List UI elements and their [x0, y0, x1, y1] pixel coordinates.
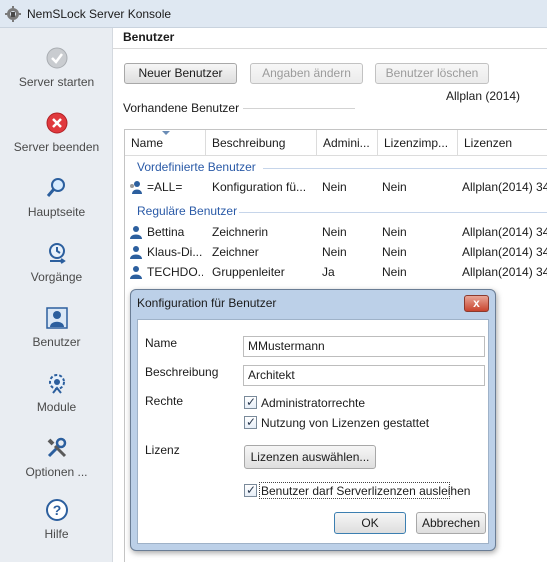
process-icon	[49, 243, 66, 264]
sidebar-item-label: Hauptseite	[27, 205, 86, 219]
divider	[113, 48, 547, 49]
column-header-license-import[interactable]: Lizenzimp...	[378, 130, 458, 156]
tools-icon	[47, 437, 67, 458]
cell-license-import: Nein	[382, 180, 407, 194]
user-group-icon	[130, 181, 142, 194]
table-row[interactable]: =ALL= Konfiguration fü... Nein Nein Allp…	[125, 177, 547, 197]
sidebar-item-hauptseite[interactable]: Hauptseite	[0, 176, 113, 236]
column-header-admin[interactable]: Admini...	[317, 130, 378, 156]
module-icon	[49, 374, 65, 394]
sidebar-item-hilfe[interactable]: ? Hilfe	[0, 498, 113, 558]
window-title: NemSLock Server Konsole	[27, 7, 172, 21]
cell-license-import: Nein	[382, 245, 407, 259]
sidebar-item-label: Benutzer	[32, 335, 81, 349]
table-row[interactable]: TECHDO... Gruppenleiter Ja Nein Allplan(…	[125, 262, 547, 282]
magnifier-icon	[46, 178, 65, 197]
stop-circle-icon	[46, 112, 68, 134]
cell-admin: Nein	[322, 245, 347, 259]
table-row[interactable]: Klaus-Di... Zeichner Nein Nein Allplan(2…	[125, 242, 547, 262]
check-icon: ✓	[246, 483, 257, 497]
license-label: Lizenz	[145, 443, 180, 457]
sidebar-item-label: Hilfe	[44, 527, 69, 541]
user-icon	[130, 226, 142, 239]
cell-description: Gruppenleiter	[212, 265, 285, 279]
checkbox-box: ✓	[244, 395, 257, 409]
svg-text:?: ?	[53, 502, 62, 518]
sidebar-item-server-beenden[interactable]: Server beenden	[0, 111, 113, 171]
check-circle-icon	[46, 47, 68, 69]
sidebar-item-optionen[interactable]: Optionen ...	[0, 436, 113, 496]
edit-user-button[interactable]: Angaben ändern	[250, 63, 363, 84]
cell-licenses: Allplan(2014) 34	[462, 245, 547, 259]
cell-name: =ALL=	[147, 180, 183, 194]
cell-description: Zeichnerin	[212, 225, 269, 239]
sidebar-item-vorgaenge[interactable]: Vorgänge	[0, 241, 113, 301]
column-header-licenses[interactable]: Lizenzen	[458, 130, 547, 156]
help-icon: ?	[46, 499, 68, 521]
user-config-dialog: Konfiguration für Benutzer x Name MMuste…	[130, 289, 496, 551]
description-label: Beschreibung	[145, 365, 219, 379]
name-label: Name	[145, 336, 178, 350]
column-header-description[interactable]: Beschreibung	[206, 130, 317, 156]
section-divider	[243, 108, 355, 109]
select-licenses-button[interactable]: Lizenzen auswählen...	[244, 445, 376, 469]
sidebar-item-benutzer[interactable]: Benutzer	[0, 306, 113, 366]
checkbox-box: ✓	[244, 483, 257, 497]
gear-lock-icon	[5, 6, 21, 22]
dialog-body: Name MMustermann Beschreibung Architekt …	[137, 319, 489, 544]
group-header: Vordefinierte Benutzer	[125, 157, 547, 177]
user-icon	[130, 266, 142, 279]
sidebar-item-label: Server beenden	[13, 140, 100, 154]
dialog-title: Konfiguration für Benutzer	[137, 296, 277, 310]
cell-license-import: Nein	[382, 265, 407, 279]
page-title: Benutzer	[123, 30, 175, 44]
new-user-button[interactable]: Neuer Benutzer	[124, 63, 237, 84]
sidebar-item-server-starten[interactable]: Server starten	[0, 46, 113, 106]
cell-description: Konfiguration fü...	[212, 180, 307, 194]
user-icon	[46, 307, 68, 329]
cancel-button[interactable]: Abbrechen	[416, 512, 486, 534]
cell-licenses: Allplan(2014) 34	[462, 265, 547, 279]
cell-name: TECHDO...	[147, 265, 203, 279]
cell-name: Bettina	[147, 225, 185, 239]
cell-description: Zeichner	[212, 245, 259, 259]
sidebar-item-label: Server starten	[18, 75, 95, 89]
group-header: Reguläre Benutzer	[125, 201, 547, 221]
description-field[interactable]: Architekt	[243, 365, 485, 386]
sidebar-item-label: Module	[36, 400, 77, 414]
check-icon: ✓	[246, 415, 257, 429]
cell-admin: Nein	[322, 225, 347, 239]
user-icon	[130, 246, 142, 259]
sidebar-item-label: Vorgänge	[30, 270, 83, 284]
title-bar: NemSLock Server Konsole	[0, 0, 547, 28]
section-label: Vorhandene Benutzer	[123, 101, 240, 115]
delete-user-button[interactable]: Benutzer löschen	[375, 63, 489, 84]
cell-license-import: Nein	[382, 225, 407, 239]
check-icon: ✓	[246, 395, 257, 409]
column-header-name[interactable]: Name	[125, 130, 206, 156]
license-info: Allplan (2014)	[446, 89, 521, 103]
close-button[interactable]: x	[464, 295, 489, 312]
focus-indicator	[259, 482, 450, 499]
cell-admin: Ja	[322, 265, 335, 279]
cell-name: Klaus-Di...	[147, 245, 203, 259]
cell-admin: Nein	[322, 180, 347, 194]
cell-licenses: Allplan(2014) 34	[462, 180, 547, 194]
ok-button[interactable]: OK	[334, 512, 406, 534]
sidebar: Server starten Server beenden Hauptseite…	[0, 28, 113, 562]
rights-label: Rechte	[145, 394, 184, 408]
cell-licenses: Allplan(2014) 34	[462, 225, 547, 239]
sort-arrow-icon	[162, 131, 170, 135]
checkbox-box: ✓	[244, 415, 257, 429]
table-row[interactable]: Bettina Zeichnerin Nein Nein Allplan(201…	[125, 222, 547, 242]
name-field[interactable]: MMustermann	[243, 336, 485, 357]
sidebar-item-label: Optionen ...	[25, 465, 88, 479]
sidebar-item-module[interactable]: Module	[0, 371, 113, 431]
